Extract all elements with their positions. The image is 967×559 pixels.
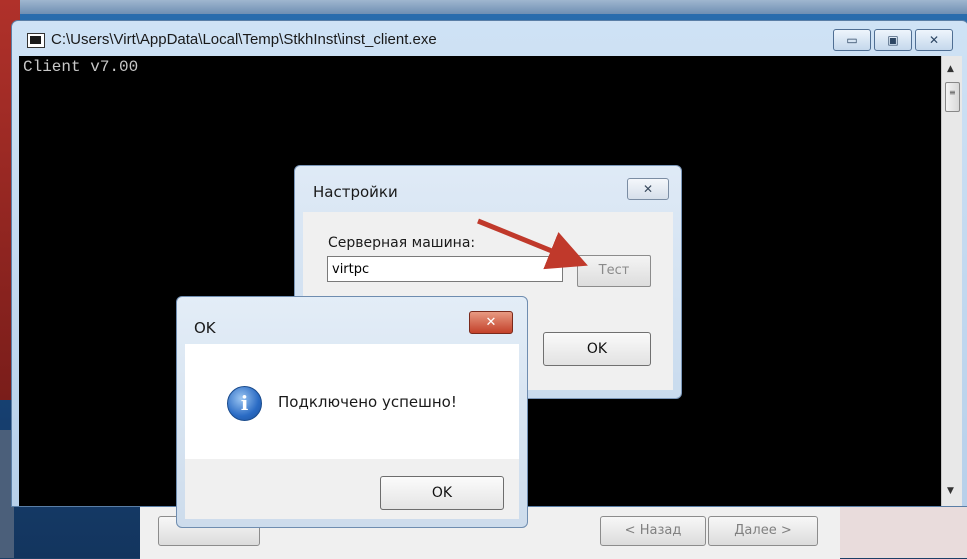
server-machine-label: Серверная машина:: [328, 235, 476, 251]
minimize-button[interactable]: ▭: [833, 29, 871, 51]
message-text: Подключено успешно!: [278, 393, 457, 411]
message-title: OK: [194, 319, 216, 337]
maximize-button[interactable]: ▣: [874, 29, 912, 51]
back-button[interactable]: < Назад: [600, 516, 706, 546]
scroll-down-icon[interactable]: ▼: [947, 486, 954, 496]
message-close-button[interactable]: ✕: [469, 311, 513, 334]
close-button[interactable]: ✕: [915, 29, 953, 51]
settings-title: Настройки: [313, 183, 398, 201]
message-content: i Подключено успешно! OK: [185, 344, 519, 519]
grip-icon: ≡: [949, 88, 956, 97]
server-machine-input[interactable]: [327, 256, 563, 282]
console-output-line: Client v7.00: [23, 58, 139, 76]
next-button[interactable]: Далее >: [708, 516, 818, 546]
info-icon: i: [227, 386, 262, 421]
message-box: OK ✕ i Подключено успешно! OK: [176, 296, 528, 528]
message-ok-button[interactable]: OK: [380, 476, 504, 510]
settings-close-button[interactable]: ✕: [627, 178, 669, 200]
settings-ok-button[interactable]: OK: [543, 332, 651, 366]
console-app-icon: [27, 33, 45, 48]
scroll-up-icon[interactable]: ▲: [947, 64, 954, 74]
scroll-thumb[interactable]: ≡: [945, 82, 960, 112]
background-window-edge: [0, 0, 967, 14]
console-title: C:\Users\Virt\AppData\Local\Temp\StkhIns…: [51, 31, 437, 48]
vertical-scrollbar[interactable]: ▲ ≡ ▼: [941, 56, 962, 506]
test-button[interactable]: Тест: [577, 255, 651, 287]
